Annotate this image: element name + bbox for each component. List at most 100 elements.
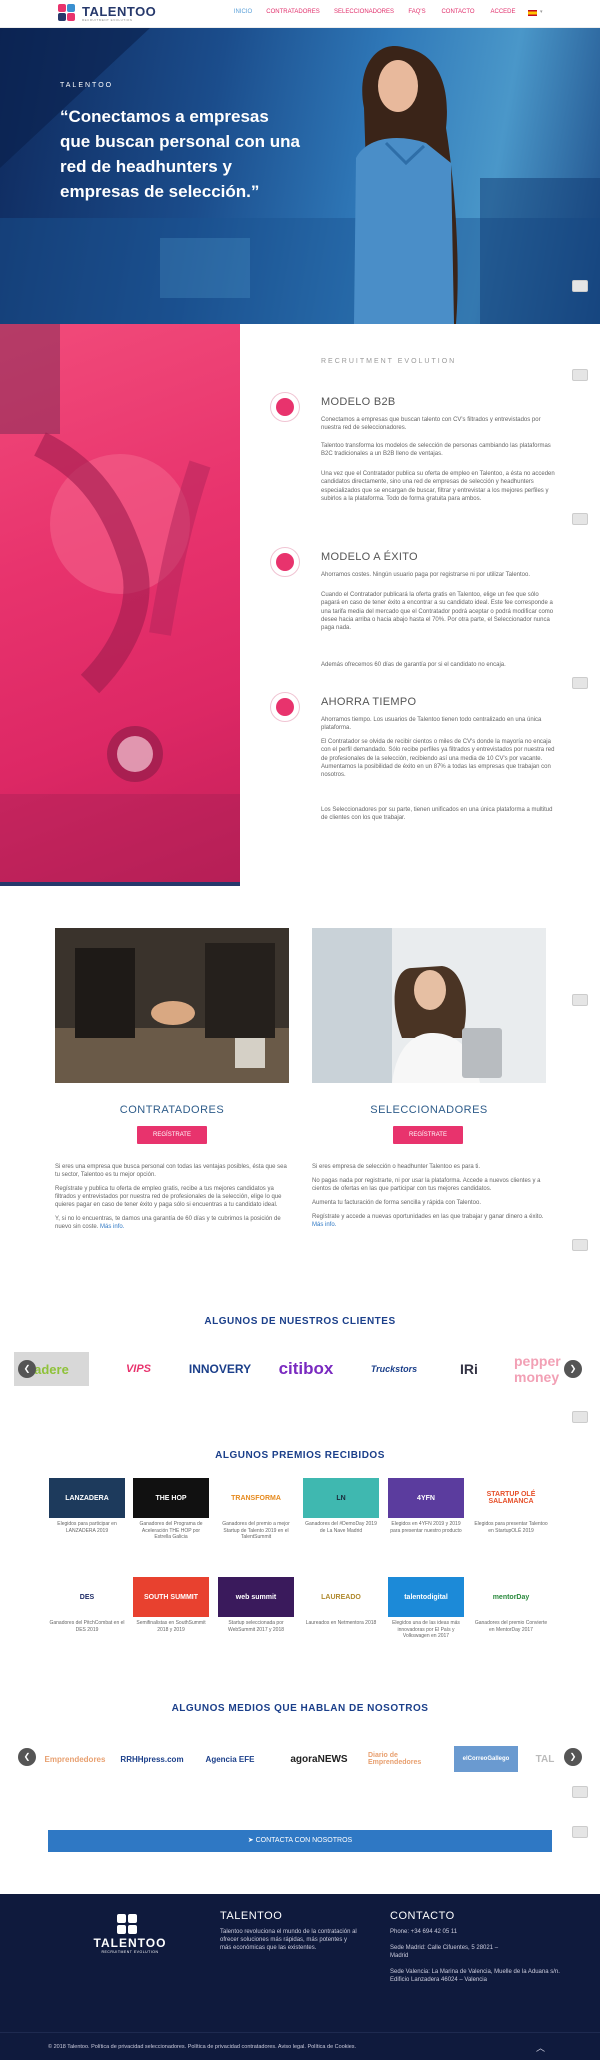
mail-icon[interactable] [572, 677, 588, 689]
feature-text: Ahorramos tiempo. Los usuarios de Talent… [321, 717, 542, 732]
award-caption: Elegidos una de las ideas más innovadora… [392, 1620, 460, 1639]
feature-text: El Contratador se olvida de recibir cien… [321, 739, 555, 779]
award-caption: Ganadores del premio Convierte en Mentor… [474, 1620, 548, 1633]
footer-madrid-address: Sede Madrid: Calle Cifuentes, 5 28021 – … [390, 1945, 499, 1959]
language-flag-icon[interactable] [528, 10, 537, 16]
more-info-link[interactable]: Más info. [312, 1222, 336, 1228]
hero-tagline: TALENTOO [60, 82, 114, 89]
contact-us-button[interactable]: ➤ CONTACTA CON NOSOTROS [48, 1830, 552, 1852]
footer-valencia-address: Sede Valencia: La Marina de Valencia, Mu… [390, 1969, 560, 1983]
footer-bottom-bar: © 2018 Talentoo. Política de privacidad … [0, 2032, 600, 2060]
carousel-prev-button[interactable]: ❮ [18, 1360, 36, 1378]
feature-text: Los Seleccionadores por su parte, tienen… [321, 807, 553, 822]
paragraph: Si eres empresa de selección o headhunte… [312, 1164, 480, 1170]
mail-icon[interactable] [572, 1239, 588, 1251]
nav-faqs[interactable]: FAQ'S [406, 9, 428, 15]
footer-logo[interactable]: TALENTOO RECRUITMENT EVOLUTION [90, 1914, 170, 1954]
main-nav: INICIO CONTRATADORES SELECCIONADORES FAQ… [232, 9, 518, 15]
award-logo: THE HOP [133, 1478, 209, 1518]
footer-about-text: Talentoo revoluciona el mundo de la cont… [220, 1929, 357, 1951]
media-logo: Diario de Emprendedores [368, 1752, 422, 1766]
award-logo: talentodigital [388, 1577, 464, 1617]
contratadores-text: Si eres una empresa que busca personal c… [55, 1163, 289, 1237]
award-item: LANZADERA Elegidos para participar en LAN… [49, 1478, 125, 1534]
footer-phone[interactable]: Phone: +34 694 42 05 11 [390, 1928, 550, 1936]
media-logo: Emprendedores [44, 1754, 106, 1764]
site-logo[interactable]: TALENTOO RECRUITMENT EVOLUTION [58, 4, 156, 22]
award-caption: Ganadores del #DemoDay 2019 de La Nave M… [305, 1521, 377, 1534]
footer-copyright: © 2018 Talentoo. Política de privacidad … [48, 2044, 357, 2050]
handshake-photo [55, 928, 289, 1083]
seleccionadores-title: SELECCIONADORES [370, 1104, 488, 1116]
award-item: THE HOP Ganadores del Programa de Acelera… [133, 1478, 209, 1541]
logo-text: TALENTOO [82, 3, 157, 19]
client-logo: Truckstors [370, 1364, 418, 1374]
carousel-next-button[interactable]: ❯ [564, 1748, 582, 1766]
mail-icon[interactable] [572, 1826, 588, 1838]
media-logo: agoraNEWS [290, 1753, 348, 1765]
award-item: talentodigital Elegidos una de las ideas … [388, 1577, 464, 1640]
mail-icon[interactable] [572, 994, 588, 1006]
clients-title: ALGUNOS DE NUESTROS CLIENTES [204, 1316, 396, 1327]
award-caption: Semifinalistas en SouthSummit 2018 y 201… [136, 1620, 206, 1633]
award-item: LN Ganadores del #DemoDay 2019 de La Nave… [303, 1478, 379, 1534]
award-logo: DES [49, 1577, 125, 1617]
feature-text: Talentoo transforma los modelos de selec… [321, 443, 551, 458]
client-logo: IRi [460, 1361, 478, 1377]
paragraph: Y, si no lo encuentras, te damos una gar… [55, 1216, 281, 1230]
nav-contratadores[interactable]: CONTRATADORES [264, 9, 322, 15]
award-item: TRANSFORMA Ganadores del premio a mejor S… [218, 1478, 294, 1541]
award-logo: mentorDay [473, 1577, 549, 1617]
award-item: DES Ganadores del PitchCombat en el DES 2… [49, 1577, 125, 1633]
contratadores-register-button[interactable]: REGÍSTRATE [137, 1126, 207, 1144]
awards-title: ALGUNOS PREMIOS RECIBIDOS [215, 1450, 385, 1461]
send-icon: ➤ [247, 1837, 256, 1844]
award-caption: Laureados en Netmentora 2018 [305, 1620, 377, 1626]
award-item: SOUTH SUMMIT Semifinalistas en SouthSummi… [133, 1577, 209, 1633]
businesswoman-photo [312, 928, 546, 1083]
award-logo: 4YFN [388, 1478, 464, 1518]
media-logo: RRHHpress.com [120, 1754, 184, 1764]
logo-puzzle-icon [58, 4, 78, 22]
seleccionadores-register-button[interactable]: REGÍSTRATE [393, 1126, 463, 1144]
feature-title: MODELO B2B [321, 396, 396, 408]
client-logo: VIPS [125, 1363, 152, 1375]
award-caption: Ganadores del premio a mejor Startup de … [222, 1521, 290, 1540]
award-logo: LN [303, 1478, 379, 1518]
paragraph: Si eres una empresa que busca personal c… [55, 1164, 287, 1178]
feature-exito: MODELO A ÉXITO Ahorramos costes. Ningún … [270, 547, 560, 687]
award-logo: web summit [218, 1577, 294, 1617]
carousel-next-button[interactable]: ❯ [564, 1360, 582, 1378]
clients-carousel: adere VIPS INNOVERY citibox Truckstors I… [14, 1344, 586, 1394]
chevron-down-icon[interactable]: ▾ [540, 9, 543, 15]
mail-icon[interactable] [572, 1411, 588, 1423]
award-item: web summit Startup seleccionada por WebSu… [218, 1577, 294, 1633]
mail-icon[interactable] [572, 513, 588, 525]
carousel-prev-button[interactable]: ❮ [18, 1748, 36, 1766]
more-info-link[interactable]: Más info. [100, 1224, 124, 1230]
logo-puzzle-icon [117, 1914, 143, 1934]
award-item: LAUREADO Laureados en Netmentora 2018 [303, 1577, 379, 1627]
mail-icon[interactable] [572, 369, 588, 381]
feature-title: AHORRA TIEMPO [321, 696, 417, 708]
scroll-to-top-icon[interactable]: ︿ [536, 2041, 545, 2054]
award-logo: TRANSFORMA [218, 1478, 294, 1518]
client-logo: citibox [278, 1359, 334, 1378]
mail-icon[interactable] [572, 1786, 588, 1798]
award-caption: Ganadores del Programa de Aceleración TH… [139, 1521, 203, 1540]
seleccionadores-text: Si eres empresa de selección o headhunte… [312, 1163, 546, 1235]
award-logo: LAUREADO [303, 1577, 379, 1617]
footer-logo-text: TALENTOO [93, 1936, 167, 1950]
woman-photo [354, 46, 458, 324]
nav-seleccionadores[interactable]: SELECCIONADORES [332, 9, 396, 15]
feature-text: Ahorramos costes. Ningún usuario paga po… [321, 572, 530, 578]
nav-contacto[interactable]: CONTACTO [438, 9, 478, 15]
award-item: mentorDay Ganadores del premio Convierte … [473, 1577, 549, 1633]
mail-icon[interactable] [572, 280, 588, 292]
footer-logo-subtitle: RECRUITMENT EVOLUTION [101, 1950, 159, 1954]
nav-accede[interactable]: ACCEDE [488, 9, 518, 15]
award-caption: Startup seleccionada por WebSummit 2017 … [227, 1620, 285, 1633]
media-logo: Agencia EFE [205, 1754, 255, 1764]
nav-inicio[interactable]: INICIO [232, 9, 254, 15]
client-logo: INNOVERY [188, 1362, 252, 1376]
